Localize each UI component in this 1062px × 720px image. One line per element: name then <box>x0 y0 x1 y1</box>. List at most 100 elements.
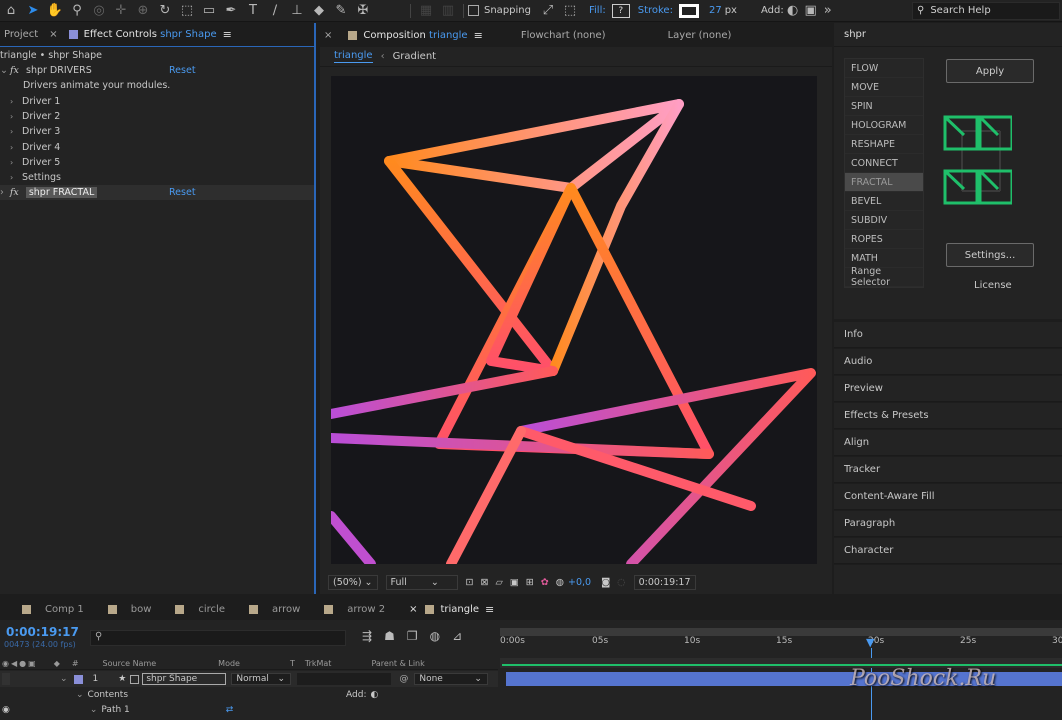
effect-fractal-row[interactable]: › fx shpr FRACTAL Reset <box>0 185 314 201</box>
driver-row[interactable]: › Driver 1 <box>0 94 314 109</box>
rectangle-tool-icon[interactable]: ▭ <box>198 1 220 21</box>
twirl-closed-icon[interactable]: › <box>10 127 22 136</box>
driver-row[interactable]: › Settings <box>0 170 314 185</box>
track-tool-icon[interactable]: ⊕ <box>132 1 154 21</box>
t-header[interactable]: T <box>290 659 295 668</box>
brush-tool-icon[interactable]: ∕ <box>264 1 286 21</box>
fractal-reset-button[interactable]: Reset <box>169 187 196 198</box>
side-panel-item[interactable]: Content-Aware Fill <box>834 484 1062 510</box>
tab-project[interactable]: Project <box>0 23 46 47</box>
add-menu-icon[interactable]: ◐ <box>786 1 800 21</box>
driver-row[interactable]: › Driver 5 <box>0 155 314 170</box>
snap-frame-icon[interactable]: ⬚ <box>559 1 581 21</box>
settings-button[interactable]: Settings... <box>946 243 1034 267</box>
twirl-closed-icon[interactable]: › <box>10 112 22 121</box>
contents-row[interactable]: ⌄ Contents Add: ◐ <box>0 688 498 702</box>
layer-row[interactable]: ⌄ 1 ★ shpr Shape Normal ⌄ @ None ⌄ <box>0 671 498 687</box>
workspace-icon[interactable]: ▣ <box>800 1 822 21</box>
mask-visibility-icon[interactable]: ▱ <box>495 577 502 588</box>
video-toggle[interactable] <box>2 673 10 685</box>
license-link[interactable]: License <box>974 280 1012 291</box>
stroke-label[interactable]: Stroke: <box>638 5 673 16</box>
eye-icon[interactable]: ◉ <box>2 705 10 715</box>
grid-options-icon[interactable]: ⊞ <box>526 577 534 588</box>
twirl-closed-icon[interactable]: › <box>0 187 4 198</box>
transparency-grid-icon[interactable]: ⊠ <box>480 577 488 588</box>
snapping-checkbox[interactable] <box>468 5 479 16</box>
timeline-comp-tab[interactable]: arrow 2 <box>312 598 397 620</box>
drivers-reset-button[interactable]: Reset <box>169 65 196 76</box>
fx-icon[interactable]: fx <box>10 187 24 198</box>
breadcrumb-next[interactable]: Gradient <box>393 51 437 62</box>
region-of-interest-icon[interactable]: ⊡ <box>466 577 474 588</box>
close-icon[interactable]: × <box>320 23 340 47</box>
trkmat-dropdown[interactable] <box>297 673 392 685</box>
tab-flowchart[interactable]: Flowchart (none) <box>513 23 614 47</box>
driver-row[interactable]: › Driver 4 <box>0 139 314 154</box>
shpr-module-item[interactable]: RESHAPE <box>845 135 923 154</box>
parent-dropdown[interactable]: None ⌄ <box>414 673 489 685</box>
tab-layer[interactable]: Layer (none) <box>660 23 740 47</box>
resolution-dropdown[interactable]: Full ⌄ <box>385 574 458 590</box>
snapshot-icon[interactable]: ◙ <box>601 577 610 588</box>
eraser-tool-icon[interactable]: ◆ <box>308 1 330 21</box>
close-icon[interactable]: × <box>409 604 417 615</box>
driver-row[interactable]: › Driver 2 <box>0 109 314 124</box>
side-panel-item[interactable]: Paragraph <box>834 511 1062 537</box>
shpr-module-item[interactable]: CONNECT <box>845 154 923 173</box>
exposure-value[interactable]: +0,0 <box>568 577 591 588</box>
motion-blur-icon[interactable]: ◍ <box>430 629 440 643</box>
twirl-closed-icon[interactable]: › <box>10 173 22 182</box>
timeline-comp-tab[interactable]: arrow <box>237 598 312 620</box>
side-panel-item[interactable]: Tracker <box>834 457 1062 483</box>
side-panel-item[interactable]: Info <box>834 322 1062 348</box>
snap-options-icon[interactable]: ⤢ <box>537 1 559 21</box>
timeline-search-input[interactable]: ⚲ <box>90 630 346 646</box>
work-area-bar[interactable] <box>500 628 1062 636</box>
source-name-header[interactable]: Source Name <box>103 659 157 668</box>
current-time-display[interactable]: 0:00:19:17 <box>633 574 696 590</box>
stamp-tool-icon[interactable]: ⊥ <box>286 1 308 21</box>
shy-layers-icon[interactable]: ☗ <box>384 629 395 643</box>
twirl-closed-icon[interactable]: › <box>10 143 22 152</box>
breadcrumb-current[interactable]: triangle <box>334 50 373 63</box>
twirl-closed-icon[interactable]: › <box>10 158 22 167</box>
shpr-module-item[interactable]: MOVE <box>845 78 923 97</box>
comp-flow-icon[interactable]: ⇶ <box>362 629 372 643</box>
twirl-open-icon[interactable]: ⌄ <box>76 690 84 700</box>
twirl-open-icon[interactable]: ⌄ <box>90 705 98 715</box>
timeline-comp-tab[interactable]: circle <box>163 598 237 620</box>
pick-whip-icon[interactable]: @ <box>399 674 408 684</box>
hand-tool-icon[interactable]: ✋ <box>44 1 66 21</box>
solo-icon[interactable]: ● <box>19 659 26 668</box>
eye-icon[interactable]: ◉ <box>2 659 9 668</box>
side-panel-item[interactable]: Preview <box>834 376 1062 402</box>
twirl-closed-icon[interactable]: › <box>10 97 22 106</box>
panel-menu-icon[interactable]: ≡ <box>485 603 494 616</box>
stroke-width-value[interactable]: 27 <box>709 5 722 16</box>
frame-blending-icon[interactable]: ❐ <box>407 629 418 643</box>
audio-icon[interactable]: ◀ <box>11 659 17 668</box>
workspace-menu-icon[interactable]: » <box>822 1 834 21</box>
panel-menu-icon[interactable]: ≡ <box>474 29 483 42</box>
selection-tool-icon[interactable]: ➤ <box>22 1 44 21</box>
trkmat-header[interactable]: TrkMat <box>305 659 332 668</box>
fill-label[interactable]: Fill: <box>589 5 606 16</box>
label-tag-icon[interactable]: ◆ <box>54 659 60 668</box>
pen-tool-icon[interactable]: ✒ <box>220 1 242 21</box>
type-tool-icon[interactable]: T <box>242 1 264 21</box>
tab-composition[interactable]: Composition triangle ≡ <box>340 23 490 47</box>
path-row[interactable]: ◉ ⌄ Path 1 ⇄ <box>0 703 498 717</box>
color-management-icon[interactable]: ◍ <box>556 577 564 588</box>
home-icon[interactable]: ⌂ <box>0 1 22 21</box>
close-icon[interactable]: × <box>46 23 60 47</box>
shpr-module-item[interactable]: SUBDIV <box>845 211 923 230</box>
side-panel-item[interactable]: Align <box>834 430 1062 456</box>
path-direction-icon[interactable]: ⇄ <box>226 705 234 715</box>
panel-menu-icon[interactable]: ≡ <box>223 28 232 41</box>
parent-header[interactable]: Parent & Link <box>371 659 424 668</box>
layer-label-swatch[interactable] <box>73 674 83 684</box>
fx-icon[interactable]: fx <box>10 65 24 76</box>
shpr-module-item[interactable]: ROPES <box>845 230 923 249</box>
composition-viewer[interactable] <box>331 76 817 564</box>
